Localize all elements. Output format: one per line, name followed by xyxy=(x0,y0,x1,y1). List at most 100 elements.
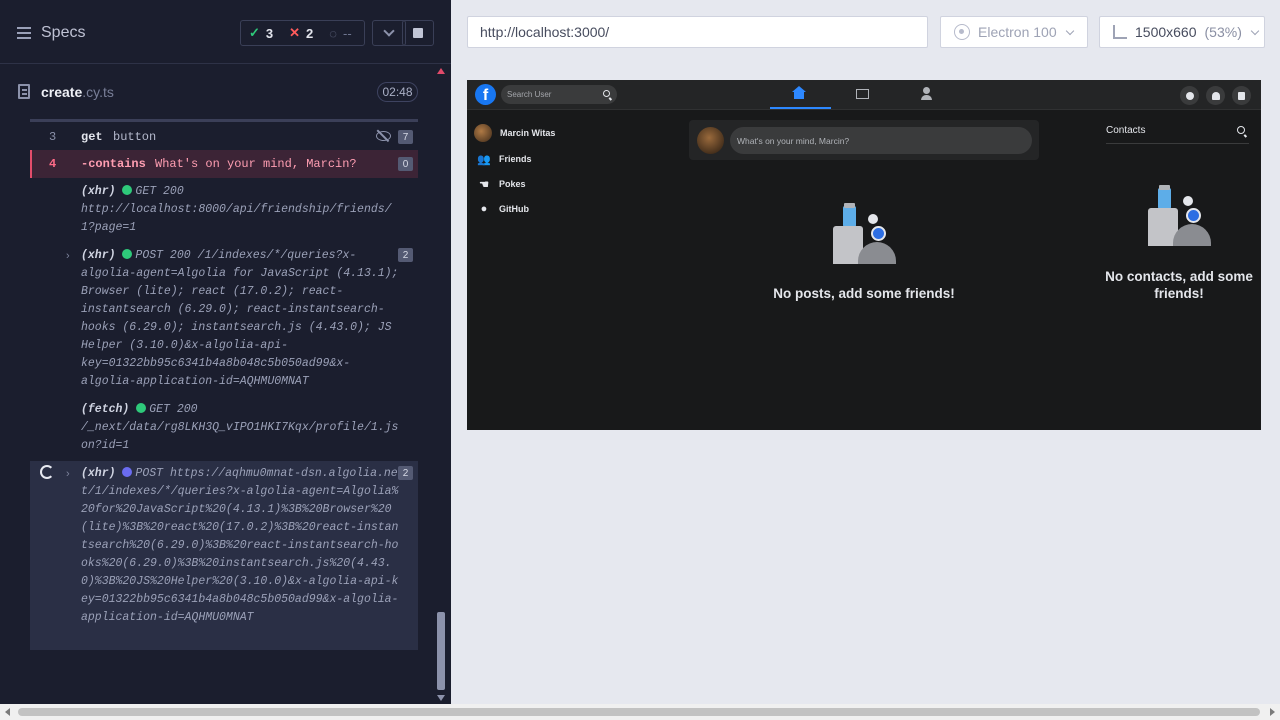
chevron-down-icon xyxy=(1250,26,1260,35)
request-log: (xhr) POST https://aqhmu0mnat-dsn.algoli… xyxy=(81,465,401,627)
scroll-right-icon[interactable] xyxy=(1270,708,1275,716)
tab-home[interactable] xyxy=(792,86,808,102)
scroll-thumb[interactable] xyxy=(437,612,445,690)
illustration-ball xyxy=(1186,208,1201,223)
scroll-up-icon[interactable] xyxy=(437,68,445,74)
active-tab-indicator xyxy=(770,107,831,109)
electron-icon xyxy=(954,24,970,40)
illustration-bottle xyxy=(843,203,856,227)
status-dot-icon xyxy=(136,403,147,413)
browser-select[interactable]: Electron 100 xyxy=(940,16,1088,48)
search-icon[interactable] xyxy=(1237,126,1245,134)
test-stats: ✓ 3 ✕ 2 ◌ -- xyxy=(240,20,365,46)
spec-duration: 02:48 xyxy=(377,82,418,102)
command-number: 3 xyxy=(49,130,57,144)
home-icon-body xyxy=(794,92,804,99)
app-preview: f Search User Marcin Witas 👥 Friends ☚ P… xyxy=(467,80,1261,430)
x-icon: ✕ xyxy=(289,25,301,40)
app-navbar: f Search User xyxy=(467,80,1261,110)
file-icon xyxy=(18,84,30,99)
sidebar-item-friends[interactable]: 👥 Friends xyxy=(477,150,532,168)
user-icon xyxy=(923,87,930,94)
command-message: What's on your mind, Marcin? xyxy=(155,157,357,171)
log-kind: (xhr) xyxy=(81,467,116,480)
logout-icon xyxy=(1238,91,1245,100)
reporter-scrollbar[interactable] xyxy=(436,65,446,704)
scroll-left-icon[interactable] xyxy=(5,708,10,716)
illustration-person xyxy=(1173,224,1211,246)
divider xyxy=(1106,143,1249,144)
sidebar-item-label: Pokes xyxy=(499,179,526,189)
illustration-head xyxy=(1183,196,1193,206)
request-log[interactable]: (xhr) GET 200 http://localhost:8000/api/… xyxy=(81,183,401,237)
log-kind: (xhr) xyxy=(81,185,116,198)
url-bar[interactable]: http://localhost:3000/ xyxy=(467,16,928,48)
scroll-down-icon[interactable] xyxy=(437,695,445,701)
command-row[interactable]: 3 get button 7 xyxy=(30,122,418,150)
post-composer: What's on your mind, Marcin? xyxy=(689,120,1039,160)
expand-caret-icon[interactable]: › xyxy=(66,468,70,480)
illustration-ball xyxy=(871,226,886,241)
request-log[interactable]: (fetch) GET 200 /_next/data/rg8LKH3Q_vIP… xyxy=(81,401,401,455)
chevron-down-icon xyxy=(1065,26,1074,35)
log-status: GET 200 xyxy=(135,185,184,198)
command-name: get xyxy=(81,130,103,144)
messenger-button[interactable] xyxy=(1180,86,1199,105)
tab-marketplace[interactable] xyxy=(855,86,871,102)
empty-contacts-illustration xyxy=(1148,185,1212,248)
friends-icon: 👥 xyxy=(477,153,491,166)
sidebar-item-label: Marcin Witas xyxy=(500,128,556,138)
horizontal-scrollbar[interactable] xyxy=(0,704,1280,720)
user-icon-body xyxy=(921,95,932,100)
status-dot-icon xyxy=(122,185,133,195)
pending-request-row[interactable]: › (xhr) POST https://aqhmu0mnat-dsn.algo… xyxy=(30,461,418,650)
stop-icon xyxy=(413,28,423,38)
log-url: https://aqhmu0mnat-dsn.algolia.net/1/ind… xyxy=(81,467,399,624)
avatar xyxy=(474,124,492,142)
tab-profile[interactable] xyxy=(919,86,935,102)
failed-stat: ✕ 2 xyxy=(281,25,321,41)
empty-posts-illustration xyxy=(833,203,897,266)
scroll-thumb[interactable] xyxy=(18,708,1260,716)
viewport-info[interactable]: 1500x660 (53%) xyxy=(1099,16,1265,48)
no-contacts-message: No contacts, add some friends! xyxy=(1105,269,1253,301)
log-kind: (fetch) xyxy=(81,403,130,416)
post-input[interactable]: What's on your mind, Marcin? xyxy=(730,127,1032,154)
log-count-badge: 2 xyxy=(398,466,413,480)
toggle-auto-scroll-button[interactable] xyxy=(372,20,406,46)
status-dot-icon xyxy=(122,467,133,477)
stop-button[interactable] xyxy=(402,20,434,46)
log-url: http://localhost:8000/api/friendship/fri… xyxy=(81,203,392,234)
sidebar-item-profile[interactable]: Marcin Witas xyxy=(474,124,555,142)
sidebar-item-label: GitHub xyxy=(499,204,529,214)
notifications-button[interactable] xyxy=(1206,86,1225,105)
failed-count: 2 xyxy=(306,25,314,41)
command-log: 3 get button 7 4 -contains What's on you… xyxy=(30,119,418,650)
facebook-logo-icon[interactable]: f xyxy=(475,84,496,105)
illustration-person xyxy=(858,242,896,264)
sidebar-item-github[interactable]: ● GitHub xyxy=(477,200,529,218)
sidebar-item-label: Friends xyxy=(499,154,532,164)
search-placeholder: Search User xyxy=(507,90,552,99)
spec-file-name[interactable]: create.cy.ts xyxy=(41,84,114,100)
log-count-badge: 2 xyxy=(398,248,413,262)
sidebar-item-pokes[interactable]: ☚ Pokes xyxy=(477,175,526,193)
command-row-failed[interactable]: 4 -contains What's on your mind, Marcin?… xyxy=(30,150,418,178)
user-search-input[interactable]: Search User xyxy=(501,85,617,104)
logout-button[interactable] xyxy=(1232,86,1251,105)
chevron-down-icon xyxy=(383,25,395,37)
specs-toggle[interactable]: Specs xyxy=(17,22,85,44)
log-url: /_next/data/rg8LKH3Q_vIPO1HKI7Kqx/profil… xyxy=(81,421,399,452)
messenger-icon xyxy=(1185,91,1194,100)
request-log[interactable]: (xhr) POST 200 /1/indexes/*/queries?x-al… xyxy=(81,247,401,391)
command-name: -contains xyxy=(81,157,146,171)
search-icon xyxy=(603,90,610,97)
poke-hand-icon: ☚ xyxy=(479,178,489,191)
check-icon: ✓ xyxy=(249,25,260,40)
command-number: 4 xyxy=(49,157,57,171)
browser-name: Electron 100 xyxy=(978,24,1057,40)
element-count-badge: 7 xyxy=(398,130,413,144)
passed-count: 3 xyxy=(265,25,274,41)
expand-caret-icon[interactable]: › xyxy=(66,250,70,262)
loading-spinner-icon xyxy=(40,465,54,479)
